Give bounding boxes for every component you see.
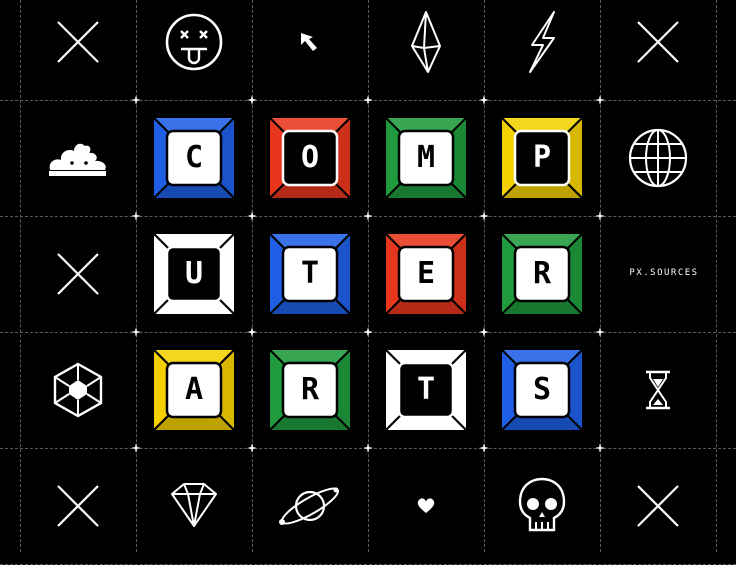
sparkle-icon: [363, 211, 373, 221]
cursor-arrow-icon: [252, 0, 368, 100]
keycap-letter: M: [416, 140, 436, 175]
sparkle-icon: [247, 211, 257, 221]
keycap-letter: O: [300, 140, 320, 175]
keycap-letter: E: [416, 256, 436, 291]
x-mark-icon: [600, 448, 716, 564]
x-mark-icon: [20, 216, 136, 332]
crystal-icon: [368, 0, 484, 100]
x-mark-icon: [20, 448, 136, 564]
keycap-t: T: [383, 347, 469, 433]
hourglass-icon: [600, 332, 716, 448]
dizzy-face-icon: [136, 0, 252, 100]
sparkle-icon: [247, 327, 257, 337]
x-mark-icon: [20, 0, 136, 100]
keycap-letter: R: [532, 256, 552, 291]
keycap-letter: T: [416, 372, 436, 407]
cube-icon: [20, 332, 136, 448]
poster: C O M P U T E R A R T S PX.SOURCES: [0, 0, 736, 565]
keycap-r: R: [499, 231, 585, 317]
sparkle-icon: [479, 211, 489, 221]
diamond-icon: [136, 448, 252, 564]
globe-icon: [600, 100, 716, 216]
keycap-letter: A: [184, 372, 204, 407]
keycap-m: M: [383, 115, 469, 201]
sparkle-icon: [363, 327, 373, 337]
keycap-letter: P: [532, 140, 552, 175]
keycap-s: S: [499, 347, 585, 433]
skull-icon: [484, 448, 600, 564]
keycap-p: P: [499, 115, 585, 201]
keycap-letter: T: [300, 256, 320, 291]
heart-icon: [368, 448, 484, 564]
keycap-letter: S: [532, 372, 552, 407]
keycap-a: A: [151, 347, 237, 433]
keycap-u: U: [151, 231, 237, 317]
keycap-letter: C: [184, 140, 204, 175]
planet-icon: [252, 448, 368, 564]
keycap-c: C: [151, 115, 237, 201]
brand-label: PX.SOURCES: [629, 268, 699, 278]
keycap-letter: U: [184, 256, 204, 291]
keycap-e: E: [383, 231, 469, 317]
keycap-o: O: [267, 115, 353, 201]
poop-icon: [20, 100, 136, 216]
keycap-t: T: [267, 231, 353, 317]
x-mark-icon: [600, 0, 716, 100]
keycap-r: R: [267, 347, 353, 433]
lightning-icon: [484, 0, 600, 100]
sparkle-icon: [479, 327, 489, 337]
keycap-letter: R: [300, 372, 320, 407]
